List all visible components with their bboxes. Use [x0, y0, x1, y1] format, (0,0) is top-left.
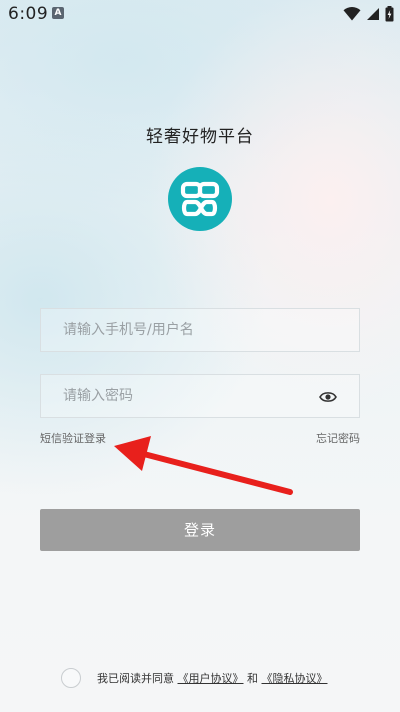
status-bar: 6:09 A	[0, 0, 400, 28]
signal-icon	[367, 8, 379, 20]
agreement-conjunction: 和	[247, 672, 258, 685]
battery-icon	[385, 6, 394, 22]
status-time: 6:09	[8, 4, 49, 24]
password-input[interactable]	[41, 375, 359, 417]
a-badge-icon: A	[52, 7, 64, 19]
agreement-text: 我已阅读并同意 《用户协议》 和 《隐私协议》	[97, 670, 328, 686]
agreement-checkbox[interactable]	[61, 668, 81, 688]
status-icons	[343, 5, 394, 23]
agreement-prefix: 我已阅读并同意	[97, 672, 174, 685]
password-field[interactable]	[40, 374, 360, 418]
privacy-agreement-link[interactable]: 《隐私协议》	[262, 672, 328, 685]
wifi-icon	[343, 7, 361, 21]
forgot-password-link[interactable]: 忘记密码	[316, 430, 360, 446]
login-button[interactable]: 登录	[40, 509, 360, 551]
user-agreement-link[interactable]: 《用户协议》	[178, 672, 244, 685]
username-field[interactable]	[40, 308, 360, 352]
sms-login-link[interactable]: 短信验证登录	[40, 430, 106, 446]
infinity-link-logo	[168, 167, 232, 231]
eye-icon[interactable]	[319, 390, 337, 404]
red-arrow-pointer	[114, 436, 293, 495]
username-input[interactable]	[41, 309, 359, 351]
app-title: 轻奢好物平台	[146, 127, 254, 147]
